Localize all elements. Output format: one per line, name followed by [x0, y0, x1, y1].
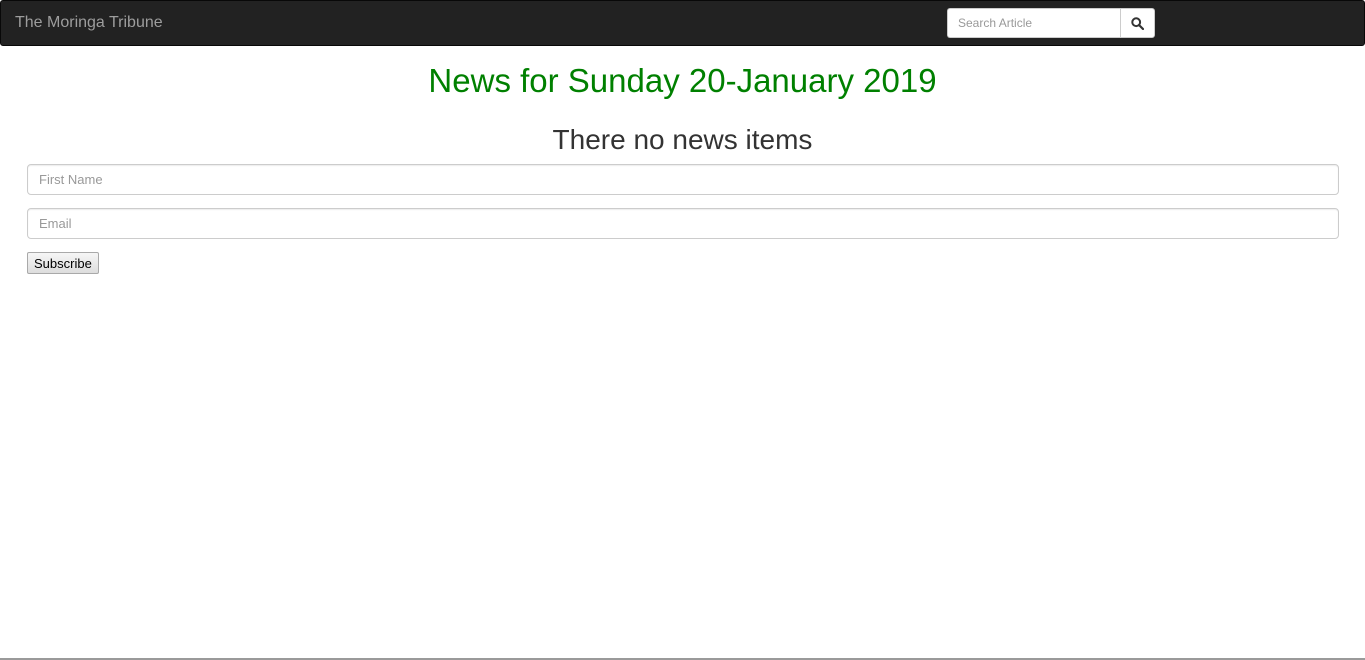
search-form: [947, 8, 1155, 38]
top-navbar: The Moringa Tribune: [0, 0, 1365, 46]
search-input[interactable]: [947, 8, 1120, 38]
page-title: News for Sunday 20-January 2019: [428, 62, 937, 99]
brand-link[interactable]: The Moringa Tribune: [15, 13, 163, 33]
empty-news-message: There no news items: [552, 124, 813, 155]
first-name-field[interactable]: [27, 164, 1339, 195]
search-button[interactable]: [1120, 8, 1155, 38]
subscribe-button[interactable]: Subscribe: [27, 252, 99, 274]
search-icon: [1131, 16, 1144, 30]
email-field[interactable]: [27, 208, 1339, 239]
